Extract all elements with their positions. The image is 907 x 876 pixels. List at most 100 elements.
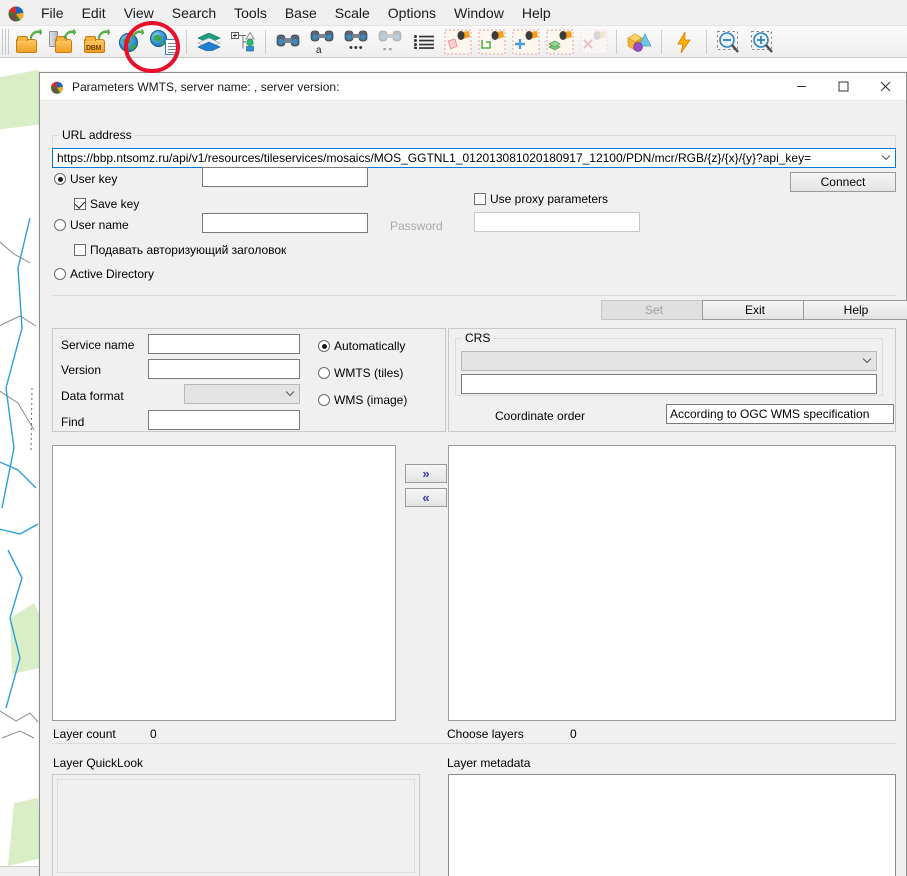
available-layers-list[interactable] [52, 445, 396, 721]
toolbar-list-button[interactable] [407, 27, 441, 57]
layer-quicklook-panel[interactable] [52, 774, 420, 876]
version-input[interactable] [148, 359, 300, 379]
dialog-titlebar[interactable]: Parameters WMTS, server name: , server v… [40, 73, 906, 101]
use-proxy-label: Use proxy parameters [490, 192, 609, 206]
layer-metadata-content [451, 777, 893, 875]
find-label: Find [61, 415, 85, 429]
choose-layers-value: 0 [570, 727, 577, 741]
auth-header-label: Подавать авторизующий заголовок [90, 243, 287, 257]
chosen-layers-list[interactable] [448, 445, 896, 721]
url-group-legend: URL address [59, 128, 135, 142]
set-button[interactable]: Set [601, 300, 707, 320]
wmts-parameters-icon [49, 79, 65, 95]
auth-header-checkbox[interactable]: Подавать авторизующий заголовок [74, 243, 286, 257]
url-combobox[interactable]: https://bbp.ntsomz.ru/api/v1/resources/t… [52, 148, 896, 168]
toolbar-layer-tree-button[interactable] [226, 27, 260, 57]
toolbar-search-button[interactable] [271, 27, 305, 57]
data-format-combobox[interactable] [184, 384, 300, 404]
wmts-tiles-label: WMTS (tiles) [334, 366, 404, 380]
maximize-button[interactable] [822, 73, 864, 101]
select-add-icon [512, 29, 540, 55]
menu-edit[interactable]: Edit [73, 2, 115, 24]
toolbar-open-dbm-button[interactable]: DBM [79, 27, 113, 57]
automatically-radio[interactable]: Automatically [318, 339, 405, 353]
menu-options[interactable]: Options [379, 2, 445, 24]
toolbar-grip[interactable] [2, 28, 9, 55]
move-right-button[interactable]: » [405, 464, 447, 483]
user-key-radio[interactable]: User key [54, 172, 117, 186]
select-remove-icon [580, 29, 608, 55]
toolbar-open-web-service-button[interactable] [113, 27, 147, 57]
user-name-input[interactable] [202, 213, 368, 233]
wmts-tiles-radio[interactable]: WMTS (tiles) [318, 366, 403, 380]
toolbar-search-text-button[interactable]: a [305, 27, 339, 57]
toolbar-open-folder-button[interactable] [11, 27, 45, 57]
dialog-title: Parameters WMTS, server name: , server v… [72, 79, 340, 94]
toolbar-layers-button[interactable] [192, 27, 226, 57]
checkbox-indicator [74, 198, 86, 210]
radio-indicator [54, 219, 66, 231]
toolbar-lightning-button[interactable] [667, 27, 701, 57]
wms-image-radio[interactable]: WMS (image) [318, 393, 407, 407]
menu-help[interactable]: Help [513, 2, 560, 24]
menu-scale[interactable]: Scale [326, 2, 379, 24]
service-parameters-panel: Service name Version Data format Find Au… [52, 328, 446, 432]
menu-file[interactable]: File [32, 2, 73, 24]
chevron-down-icon[interactable] [858, 356, 876, 367]
toolbar-open-from-server-button[interactable] [45, 27, 79, 57]
toolbar-select-add-button[interactable] [509, 27, 543, 57]
toolbar-3d-objects-button[interactable] [622, 27, 656, 57]
select-stack-icon [546, 29, 574, 55]
move-left-button[interactable]: « [405, 488, 447, 507]
layer-count-value: 0 [150, 727, 157, 741]
menu-bar: File Edit View Search Tools Base Scale O… [0, 0, 907, 26]
toolbar-zoom-out-button[interactable] [712, 27, 746, 57]
save-key-checkbox[interactable]: Save key [74, 197, 139, 211]
url-input[interactable]: https://bbp.ntsomz.ru/api/v1/resources/t… [53, 151, 877, 165]
menu-tools[interactable]: Tools [225, 2, 276, 24]
help-button[interactable]: Help [803, 300, 907, 320]
toolbar-open-catalog-button[interactable] [147, 27, 181, 57]
toolbar-zoom-in-button[interactable] [746, 27, 780, 57]
toolbar-separator [661, 29, 662, 54]
select-polygon-icon [444, 29, 472, 55]
coordinate-order-value[interactable]: According to OGC WMS specification [666, 404, 894, 424]
close-button[interactable] [864, 73, 906, 101]
toolbar-select-line-button[interactable] [475, 27, 509, 57]
menu-view[interactable]: View [115, 2, 163, 24]
radio-indicator [318, 367, 330, 379]
menu-window[interactable]: Window [445, 2, 513, 24]
user-key-input[interactable] [202, 167, 368, 187]
toolbar-search-area-button[interactable]: ▪ ▪ [373, 27, 407, 57]
connect-button[interactable]: Connect [790, 172, 896, 192]
use-proxy-checkbox[interactable]: Use proxy parameters [474, 192, 608, 206]
search-text-binoculars-icon: a [308, 29, 336, 56]
chevron-down-icon[interactable] [281, 389, 299, 400]
zoom-out-icon [715, 29, 743, 55]
radio-indicator [54, 268, 66, 280]
lightning-icon [670, 29, 698, 55]
password-label: Password [390, 219, 443, 233]
chevron-down-icon[interactable] [877, 153, 895, 164]
toolbar-select-polygon-button[interactable] [441, 27, 475, 57]
menu-search[interactable]: Search [163, 2, 225, 24]
find-input[interactable] [148, 410, 300, 430]
user-name-radio[interactable]: User name [54, 218, 129, 232]
open-from-server-icon [48, 28, 76, 55]
layer-quicklook-content [57, 779, 415, 873]
minimize-button[interactable] [780, 73, 822, 101]
toolbar-select-remove-button[interactable] [577, 27, 611, 57]
menu-base[interactable]: Base [276, 2, 326, 24]
service-name-label: Service name [61, 338, 135, 352]
crs-combobox[interactable] [461, 351, 877, 371]
toolbar-search-more-button[interactable]: ••• [339, 27, 373, 57]
service-name-input[interactable] [148, 334, 300, 354]
active-directory-radio[interactable]: Active Directory [54, 267, 154, 281]
layer-metadata-panel[interactable] [448, 774, 896, 876]
exit-button[interactable]: Exit [702, 300, 808, 320]
save-key-label: Save key [90, 197, 140, 211]
crs-panel: CRS Coordinate order According to OGC WM… [448, 328, 896, 432]
toolbar-select-stack-button[interactable] [543, 27, 577, 57]
password-input[interactable] [474, 212, 640, 232]
crs-text-input[interactable] [461, 374, 877, 394]
